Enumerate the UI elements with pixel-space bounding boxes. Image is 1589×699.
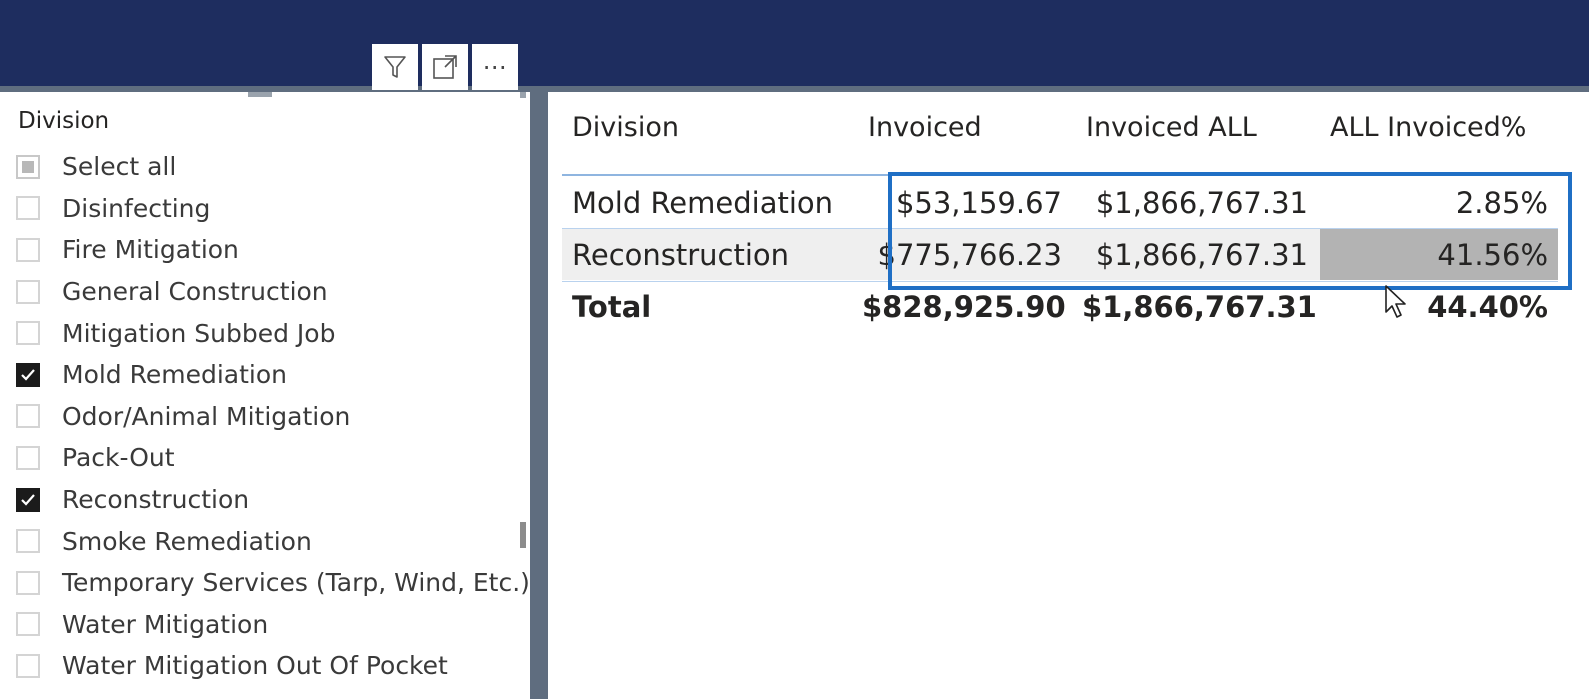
column-header-invoiced[interactable]: Invoiced: [868, 112, 982, 143]
total-invoiced-all[interactable]: $1,866,767.31: [1082, 290, 1317, 324]
checkbox[interactable]: [16, 487, 40, 512]
slicer-list: Select all Disinfecting Fire Mitigation Gen…: [16, 146, 530, 687]
slicer-item-water-mitigation-out-of-pocket[interactable]: Water Mitigation Out Of Pocket: [16, 645, 530, 687]
row1-division[interactable]: Mold Remediation: [572, 186, 833, 220]
slicer-item-label: Mold Remediation: [62, 360, 288, 390]
slicer-item-pack-out[interactable]: Pack-Out: [16, 437, 530, 479]
slicer-item-reconstruction[interactable]: Reconstruction: [16, 479, 530, 521]
total-pct[interactable]: 44.40%: [1322, 290, 1548, 324]
total-invoiced[interactable]: $828,925.90: [862, 290, 1066, 324]
checkbox[interactable]: [16, 653, 40, 678]
division-table-visual: Division Invoiced Invoiced ALL ALL Invoi…: [548, 92, 1589, 699]
slicer-item-label: Odor/Animal Mitigation: [62, 401, 351, 431]
partial-select-icon: [22, 160, 34, 173]
checkbox[interactable]: [16, 570, 40, 595]
slicer-item-label: Disinfecting: [62, 193, 211, 223]
filter-icon: [384, 56, 406, 78]
resize-handle-corner[interactable]: [520, 92, 526, 98]
slicer-item-label: Select all: [62, 152, 177, 182]
slicer-item-disinfecting[interactable]: Disinfecting: [16, 188, 530, 230]
row2-division[interactable]: Reconstruction: [572, 238, 789, 272]
checkbox[interactable]: [16, 321, 40, 346]
total-label: Total: [572, 290, 652, 324]
report-header-bar: [0, 0, 1589, 86]
checkbox[interactable]: [16, 196, 40, 221]
column-header-all-invoiced-pct[interactable]: ALL Invoiced%: [1330, 112, 1526, 143]
checkbox[interactable]: [16, 154, 40, 179]
slicer-item-label: Pack-Out: [62, 443, 175, 473]
slicer-item-label: Fire Mitigation: [62, 235, 239, 265]
slicer-item-water-mitigation[interactable]: Water Mitigation: [16, 604, 530, 646]
slicer-item-smoke-remediation[interactable]: Smoke Remediation: [16, 520, 530, 562]
slicer-item-label: General Construction: [62, 277, 328, 307]
slicer-item-label: Reconstruction: [62, 485, 250, 515]
checkmark-icon: [21, 369, 35, 381]
more-options-button[interactable]: ⋯: [472, 44, 518, 90]
slicer-item-label: Temporary Services (Tarp, Wind, Etc.): [62, 568, 530, 598]
checkbox[interactable]: [16, 362, 40, 387]
division-slicer: Division Select all Disinfecting Fire Miti…: [0, 92, 530, 699]
focus-mode-icon: [433, 55, 457, 79]
slicer-item-label: Smoke Remediation: [62, 526, 312, 556]
slicer-item-select-all[interactable]: Select all: [16, 146, 530, 188]
slicer-item-temporary-services-tarp-wind-etc[interactable]: Temporary Services (Tarp, Wind, Etc.): [16, 562, 530, 604]
visual-header-toolbar: ⋯: [372, 44, 518, 90]
mouse-cursor-icon: [1385, 285, 1406, 318]
checkbox[interactable]: [16, 445, 40, 470]
slicer-item-mitigation-subbed-job[interactable]: Mitigation Subbed Job: [16, 312, 530, 354]
slicer-item-general-construction[interactable]: General Construction: [16, 271, 530, 313]
filter-button[interactable]: [372, 44, 418, 90]
more-options-icon: ⋯: [482, 53, 508, 81]
checkbox[interactable]: [16, 612, 40, 637]
slicer-item-label: Water Mitigation Out Of Pocket: [62, 651, 448, 681]
checkmark-icon: [21, 493, 35, 506]
slicer-scrollbar[interactable]: [520, 522, 526, 548]
resize-handle[interactable]: [248, 92, 272, 97]
column-header-division[interactable]: Division: [572, 112, 679, 143]
checkbox[interactable]: [16, 279, 40, 304]
slicer-title: Division: [18, 108, 110, 134]
slicer-item-fire-mitigation[interactable]: Fire Mitigation: [16, 229, 530, 271]
column-header-invoiced-all[interactable]: Invoiced ALL: [1086, 112, 1257, 143]
checkbox[interactable]: [16, 529, 40, 554]
slicer-item-odor-animal-mitigation[interactable]: Odor/Animal Mitigation: [16, 396, 530, 438]
checkbox[interactable]: [16, 237, 40, 262]
checkbox[interactable]: [16, 404, 40, 429]
slicer-item-mold-remediation[interactable]: Mold Remediation: [16, 354, 530, 396]
slicer-item-label: Mitigation Subbed Job: [62, 318, 336, 348]
slicer-item-label: Water Mitigation: [62, 609, 269, 639]
highlight-annotation-box: [888, 172, 1572, 290]
focus-mode-button[interactable]: [422, 44, 468, 90]
